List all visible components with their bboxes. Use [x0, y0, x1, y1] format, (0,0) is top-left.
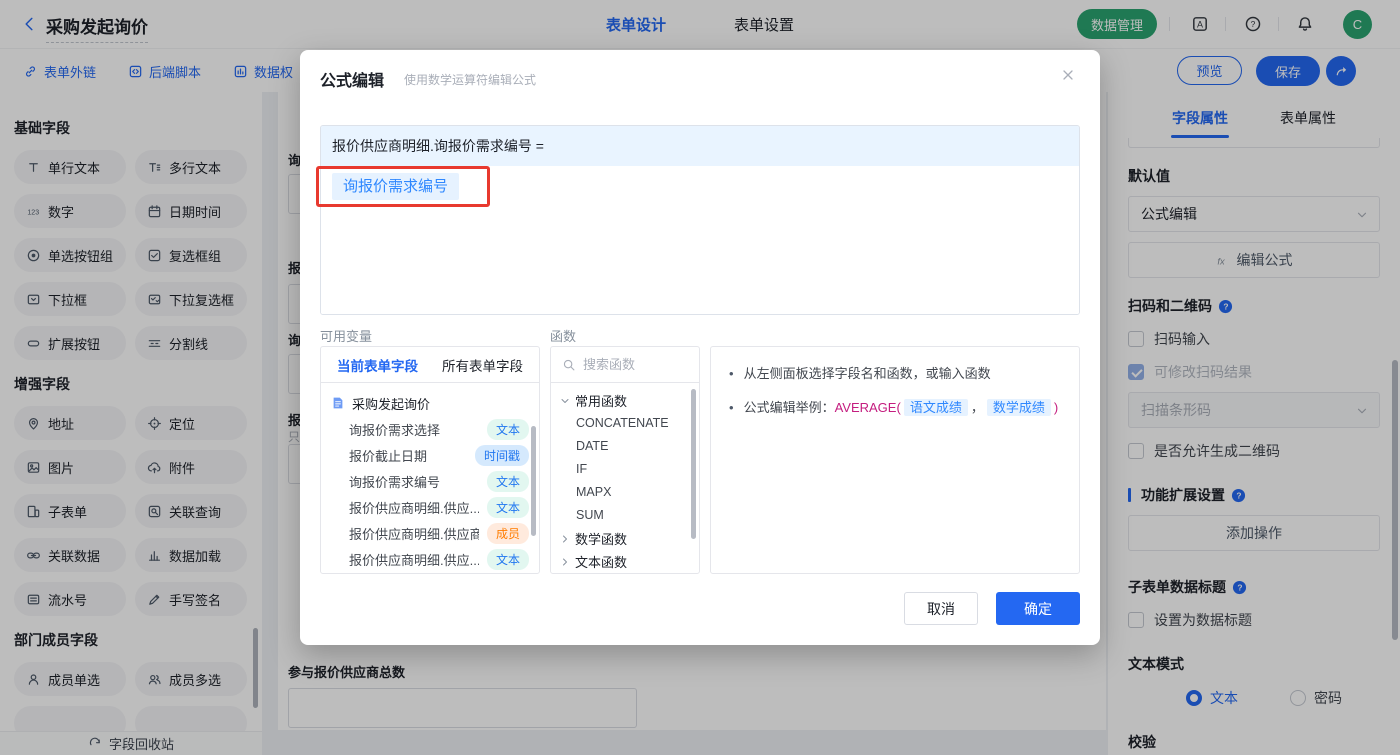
type-badge: 成员 [486, 522, 529, 544]
function-item[interactable]: DATE [551, 435, 699, 458]
chevron-right-icon [559, 533, 571, 545]
function-group[interactable]: 数学函数 [551, 527, 699, 550]
type-badge: 时间戳 [474, 444, 529, 466]
type-badge: 文本 [486, 496, 529, 518]
tree-form-node[interactable]: 采购发起询价 [321, 390, 539, 416]
chevron-down-icon [559, 395, 571, 407]
help-line-1: • 从左侧面板选择字段名和函数，或输入函数 [729, 366, 991, 381]
example-arg-chip: 数学成绩 [986, 399, 1051, 416]
variable-row[interactable]: 报价截止日期 时间戳 [321, 442, 539, 468]
functions-label: 函数 [550, 329, 577, 344]
cancel-button[interactable]: 取消 [904, 592, 978, 625]
function-search-input[interactable] [583, 357, 683, 372]
formula-box: 报价供应商明细.询报价需求编号 = 询报价需求编号 [320, 125, 1080, 315]
chevron-right-icon [559, 556, 571, 568]
tab-all-form-fields[interactable]: 所有表单字段 [442, 355, 523, 375]
example-arg-chip: 语文成绩 [903, 399, 968, 416]
variable-row[interactable]: 报价供应商明细.供应... 文本 [321, 546, 539, 572]
modal-title: 公式编辑 [320, 73, 385, 90]
formula-editor[interactable]: 询报价需求编号 [321, 166, 1079, 314]
variables-label: 可用变量 [320, 329, 373, 344]
function-group[interactable]: 文本函数 [551, 550, 699, 573]
functions-panel: 常用函数 CONCATENATEDATEIFMAPXSUM 数学函数 文本函数 [550, 346, 700, 574]
help-panel: • 从左侧面板选择字段名和函数，或输入函数 • 公式编辑举例：AVERAGE(语… [710, 346, 1080, 574]
function-item[interactable]: MAPX [551, 481, 699, 504]
function-item[interactable]: CONCATENATE [551, 412, 699, 435]
variable-row[interactable]: 询报价需求选择 文本 [321, 416, 539, 442]
variable-row[interactable]: 报价供应商明细.供应... 文本 [321, 494, 539, 520]
type-badge: 文本 [486, 470, 529, 492]
type-badge: 文本 [486, 418, 529, 440]
function-item[interactable]: SUM [551, 504, 699, 527]
tab-current-form-fields[interactable]: 当前表单字段 [337, 355, 418, 375]
variables-panel: 当前表单字段 所有表单字段 采购发起询价 询报价需求选择 文本 报价截止日期 时… [320, 346, 540, 574]
app-root: 采购发起询价 表单设计 表单设置 数据管理 A ? C 表单外链 后端脚本 数据… [0, 0, 1400, 755]
type-badge: 文本 [486, 548, 529, 570]
formula-field-chip[interactable]: 询报价需求编号 [332, 173, 460, 200]
formula-target: 报价供应商明细.询报价需求编号 = [321, 126, 1079, 166]
function-group[interactable]: 常用函数 [551, 389, 699, 412]
example-function-name: AVERAGE [834, 400, 897, 415]
help-line-2: • 公式编辑举例：AVERAGE(语文成绩，数学成绩) [729, 399, 1059, 416]
variables-scrollbar[interactable] [531, 426, 536, 536]
functions-scrollbar[interactable] [691, 389, 696, 539]
function-search [551, 347, 699, 383]
modal-subtitle: 使用数学运算符编辑公式 [404, 73, 537, 87]
confirm-button[interactable]: 确定 [996, 592, 1080, 625]
function-item[interactable]: IF [551, 458, 699, 481]
variable-row[interactable]: 询报价需求编号 文本 [321, 468, 539, 494]
search-icon [562, 358, 576, 372]
form-doc-icon [331, 396, 345, 410]
variable-row[interactable]: 报价供应商明细.供应商 成员 [321, 520, 539, 546]
formula-editor-modal: 公式编辑 使用数学运算符编辑公式 报价供应商明细.询报价需求编号 = 询报价需求… [300, 50, 1100, 645]
close-icon[interactable] [1060, 67, 1076, 83]
